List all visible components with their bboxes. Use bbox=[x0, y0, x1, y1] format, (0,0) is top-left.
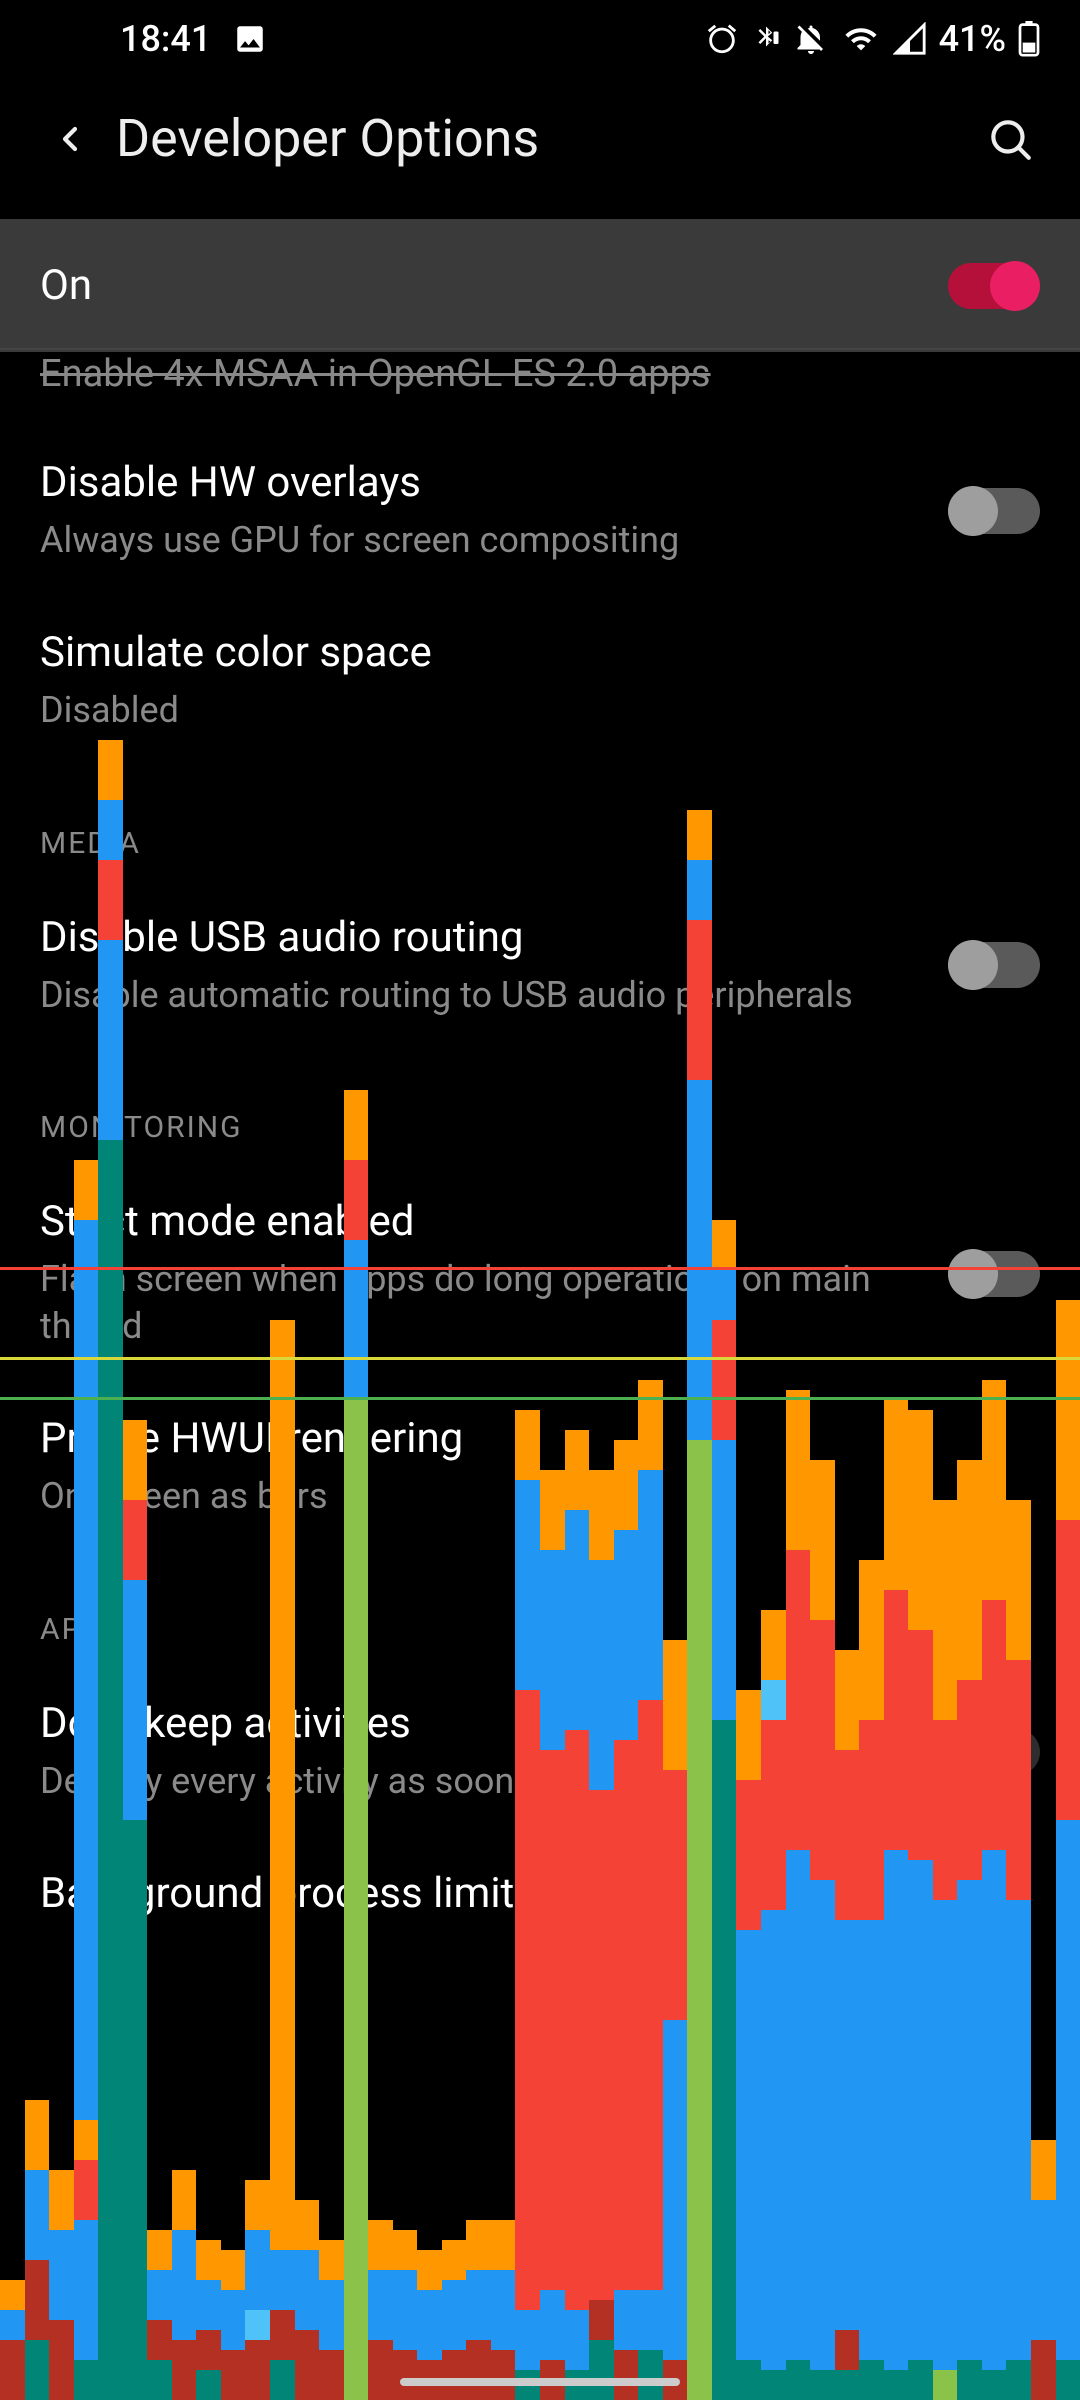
setting-subtitle: Always use GPU for screen compositing bbox=[40, 517, 918, 564]
setting-title: Simulate color space bbox=[40, 628, 1040, 677]
gpu-bar bbox=[442, 2240, 467, 2400]
app-bar: Developer Options bbox=[0, 78, 1080, 219]
gpu-bar bbox=[245, 2180, 270, 2400]
setting-disable-hw-overlays[interactable]: Disable HW overlays Always use GPU for s… bbox=[0, 426, 1080, 596]
setting-title: Profile HWUI rendering bbox=[40, 1414, 1040, 1463]
gpu-bar bbox=[221, 2250, 246, 2400]
bluetooth-icon bbox=[751, 22, 781, 56]
partial-subtitle: Enable 4x MSAA in OpenGL ES 2.0 apps bbox=[40, 352, 711, 396]
gpu-bar bbox=[25, 2100, 50, 2400]
section-monitoring: MONITORING bbox=[0, 1050, 1080, 1165]
status-time: 18:41 bbox=[120, 18, 211, 60]
gpu-bar bbox=[295, 2200, 320, 2400]
setting-subtitle: Disable automatic routing to USB audio p… bbox=[40, 972, 918, 1019]
setting-title: Strict mode enabled bbox=[40, 1197, 918, 1246]
setting-subtitle: Flash screen when apps do long operation… bbox=[40, 1256, 918, 1350]
page-title: Developer Options bbox=[116, 108, 980, 169]
partial-setting-row[interactable]: Enable 4x MSAA in OpenGL ES 2.0 apps bbox=[0, 352, 1080, 426]
setting-title: Disable HW overlays bbox=[40, 458, 918, 507]
setting-title: Don't keep activities bbox=[40, 1699, 918, 1748]
setting-subtitle: On screen as bars bbox=[40, 1473, 1040, 1520]
setting-simulate-color-space[interactable]: Simulate color space Disabled bbox=[0, 596, 1080, 766]
status-left: 18:41 bbox=[120, 18, 267, 60]
gpu-bar bbox=[0, 2280, 25, 2400]
gpu-bar bbox=[466, 2220, 491, 2400]
gpu-bar bbox=[393, 2230, 418, 2400]
gpu-bar bbox=[1031, 2140, 1056, 2400]
setting-subtitle: Destroy every activity as soon as the us… bbox=[40, 1758, 918, 1805]
status-bar: 18:41 41% bbox=[0, 0, 1080, 78]
back-button[interactable] bbox=[40, 109, 100, 169]
toggle-strict-mode[interactable] bbox=[948, 1251, 1040, 1297]
battery-percent: 41% bbox=[939, 18, 1006, 60]
settings-scroll[interactable]: Enable 4x MSAA in OpenGL ES 2.0 apps Dis… bbox=[0, 352, 1080, 1960]
wifi-icon bbox=[841, 22, 881, 56]
setting-subtitle: Disabled bbox=[40, 687, 1040, 734]
dnd-icon bbox=[793, 21, 829, 57]
signal-icon bbox=[893, 22, 927, 56]
gpu-bar bbox=[368, 2220, 393, 2400]
setting-background-process-limit[interactable]: Background process limit bbox=[0, 1837, 1080, 1960]
search-button[interactable] bbox=[980, 109, 1040, 169]
gpu-bar bbox=[49, 2170, 74, 2400]
nav-home-indicator[interactable] bbox=[400, 2378, 680, 2386]
master-toggle-row[interactable]: On bbox=[0, 219, 1080, 352]
gpu-bar bbox=[172, 2170, 197, 2400]
master-toggle-label: On bbox=[40, 261, 92, 310]
gpu-bar bbox=[491, 2220, 516, 2400]
toggle-dont-keep-activities[interactable] bbox=[948, 1729, 1040, 1775]
battery-icon bbox=[1018, 21, 1040, 57]
screenshot-icon bbox=[233, 22, 267, 56]
gpu-bar bbox=[196, 2240, 221, 2400]
gpu-bar bbox=[319, 2240, 344, 2400]
alarm-icon bbox=[705, 22, 739, 56]
master-toggle-switch[interactable] bbox=[948, 263, 1040, 309]
status-right: 41% bbox=[705, 18, 1040, 60]
section-media: MEDIA bbox=[0, 766, 1080, 881]
setting-title: Disable USB audio routing bbox=[40, 913, 918, 962]
toggle-hw-overlays[interactable] bbox=[948, 488, 1040, 534]
setting-disable-usb-audio[interactable]: Disable USB audio routing Disable automa… bbox=[0, 881, 1080, 1051]
toggle-usb-audio[interactable] bbox=[948, 942, 1040, 988]
setting-profile-hwui[interactable]: Profile HWUI rendering On screen as bars bbox=[0, 1382, 1080, 1552]
setting-title: Background process limit bbox=[40, 1869, 1040, 1918]
gpu-bar bbox=[147, 2230, 172, 2400]
setting-strict-mode[interactable]: Strict mode enabled Flash screen when ap… bbox=[0, 1165, 1080, 1382]
section-apps: APPS bbox=[0, 1552, 1080, 1667]
setting-dont-keep-activities[interactable]: Don't keep activities Destroy every acti… bbox=[0, 1667, 1080, 1837]
